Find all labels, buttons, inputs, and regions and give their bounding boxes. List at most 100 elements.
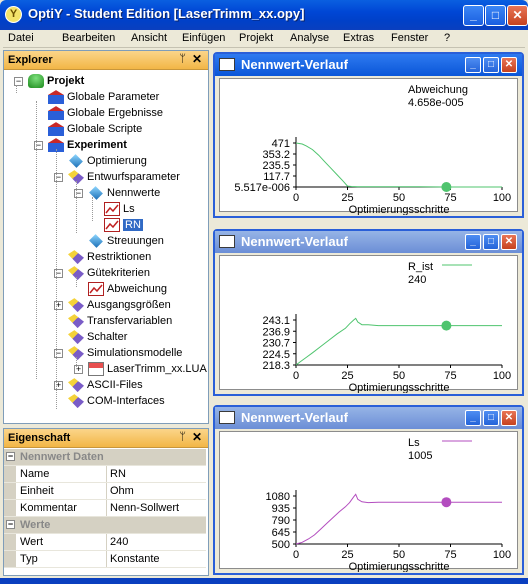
legend-label: Abweichung [408, 84, 468, 96]
explorer-tree: − Projekt Globale Parameter Globale Ergebni… [4, 71, 208, 421]
property-category-label: Werte [20, 519, 51, 531]
property-row[interactable]: Einheit Ohm [4, 483, 206, 500]
tree-item-simulationsmodelle[interactable]: Simulationsmodelle [68, 345, 182, 361]
y-tick-label: 790 [272, 515, 290, 527]
tree-item-streuungen[interactable]: Streuungen [88, 233, 164, 249]
property-row[interactable]: Name RN [4, 466, 206, 483]
menu-bar: Datei Bearbeiten Ansicht Einfügen Projek… [3, 30, 525, 48]
chart-window-2[interactable]: Nennwert-Verlauf _ □ ✕ R_ist 240 243.1 236.… [213, 229, 524, 396]
chart-icon [219, 235, 235, 248]
y-tick-label: 500 [272, 539, 290, 551]
tree-item-abweichung[interactable]: Abweichung [88, 281, 167, 297]
tree-item-ls[interactable]: Ls [104, 201, 135, 217]
tree-item-transfervariablen[interactable]: Transfervariablen [68, 313, 172, 329]
collapse-icon[interactable]: − [6, 520, 15, 529]
maximize-button[interactable]: □ [483, 57, 499, 73]
menu-analyse[interactable]: Analyse [290, 32, 329, 44]
chart-window-title: Nennwert-Verlauf [241, 234, 348, 249]
property-category[interactable]: − Nennwert Daten [4, 449, 206, 466]
x-axis-label: Optimierungsschritte [349, 382, 450, 393]
tree-item-schalter[interactable]: Schalter [68, 329, 127, 345]
menu-projekt[interactable]: Projekt [239, 32, 273, 44]
pin-icon[interactable]: ᛘ [179, 53, 186, 65]
tree-item-label: Globale Ergebnisse [67, 107, 164, 119]
menu-bearbeiten[interactable]: Bearbeiten [62, 32, 115, 44]
tree-item-com-interfaces[interactable]: COM-Interfaces [68, 393, 165, 409]
chart-icon [219, 58, 235, 71]
close-button[interactable]: ✕ [501, 410, 517, 426]
tree-item-globale-scripte[interactable]: Globale Scripte [48, 121, 142, 137]
chart-window-titlebar[interactable]: Nennwert-Verlauf _ □ ✕ [215, 54, 522, 76]
tree-item-label: Experiment [67, 139, 127, 151]
legend-value: 1005 [408, 450, 432, 462]
tree-item-restriktionen[interactable]: Restriktionen [68, 249, 151, 265]
tree-item-gütekriterien[interactable]: Gütekriterien [68, 265, 150, 281]
close-button[interactable]: ✕ [501, 57, 517, 73]
tree-item-ascii-files[interactable]: ASCII-Files [68, 377, 143, 393]
maximize-button[interactable]: □ [483, 234, 499, 250]
panel-close-icon[interactable]: ✕ [192, 52, 202, 66]
menu-fenster[interactable]: Fenster [391, 32, 428, 44]
pin-icon[interactable]: ᛘ [179, 431, 186, 443]
tree-item-globale-parameter[interactable]: Globale Parameter [48, 89, 159, 105]
property-category[interactable]: − Werte [4, 517, 206, 534]
close-button[interactable]: ✕ [501, 234, 517, 250]
property-value[interactable]: Nenn-Sollwert [110, 500, 179, 516]
tree-item-globale-ergebnisse[interactable]: Globale Ergebnisse [48, 105, 163, 121]
property-divider [106, 500, 107, 516]
x-axis-label: Optimierungsschritte [349, 204, 450, 215]
menu-ansicht[interactable]: Ansicht [131, 32, 167, 44]
property-row[interactable]: Kommentar Nenn-Sollwert [4, 500, 206, 517]
panel-close-icon[interactable]: ✕ [192, 430, 202, 444]
minimize-button[interactable]: _ [463, 5, 484, 26]
property-value[interactable]: Konstante [110, 551, 160, 567]
menu-einfuegen[interactable]: Einfügen [182, 32, 225, 44]
minimize-button[interactable]: _ [465, 410, 481, 426]
collapse-icon[interactable]: − [6, 452, 15, 461]
x-tick-label: 75 [444, 370, 456, 382]
tree-item-entwurfsparameter[interactable]: Entwurfsparameter [68, 169, 180, 185]
tree-item-experiment[interactable]: Experiment [48, 137, 127, 153]
properties-panel: Eigenschaft ᛘ ✕ − Nennwert Daten Name RN Ein… [3, 428, 209, 576]
plot-area[interactable]: Abweichung 4.658e-005 471 353.2 235.5 117.7 5.… [219, 78, 518, 216]
plot-area[interactable]: Ls 1005 1080 935 790 645 500 0 25 50 75 100 Optimier… [219, 431, 518, 573]
tree-item-ausgangsgrößen[interactable]: Ausgangsgrößen [68, 297, 171, 313]
tree-item-label: Restriktionen [87, 251, 152, 263]
close-button[interactable]: ✕ [507, 5, 528, 26]
parameter-icon [68, 250, 84, 265]
x-tick-label: 75 [444, 192, 456, 204]
maximize-button[interactable]: □ [483, 410, 499, 426]
minimize-button[interactable]: _ [465, 234, 481, 250]
property-value[interactable]: 240 [110, 534, 128, 550]
tree-item-optimierung[interactable]: Optimierung [68, 153, 147, 169]
tree-item-nennwerte[interactable]: Nennwerte [88, 185, 160, 201]
tree-item-rn[interactable]: RN [104, 217, 143, 233]
window-titlebar[interactable]: Y OptiY - Student Edition [LaserTrimm_xx… [0, 0, 528, 30]
tree-item-label: Simulationsmodelle [87, 347, 183, 359]
window-title: OptiY - Student Edition [LaserTrimm_xx.o… [28, 6, 305, 21]
property-row[interactable]: Typ Konstante [4, 551, 206, 568]
chart-window-1[interactable]: Nennwert-Verlauf _ □ ✕ Abweichung 4.658e-… [213, 52, 524, 218]
minimize-button[interactable]: _ [465, 57, 481, 73]
property-value[interactable]: Ohm [110, 483, 134, 499]
chart-window-titlebar[interactable]: Nennwert-Verlauf _ □ ✕ [215, 231, 522, 253]
property-value[interactable]: RN [110, 466, 126, 482]
property-divider [106, 466, 107, 482]
property-divider [106, 551, 107, 567]
chart-window-3[interactable]: Nennwert-Verlauf _ □ ✕ Ls 1005 1080 935 790 6… [213, 405, 524, 575]
plot-area[interactable]: R_ist 240 243.1 236.9 230.7 224.5 218.3 0 25 50 75… [219, 255, 518, 394]
menu-datei[interactable]: Datei [8, 32, 34, 44]
current-step-marker [441, 497, 452, 508]
tree-item-projekt[interactable]: Projekt [28, 73, 84, 89]
x-tick-label: 50 [393, 370, 405, 382]
property-grid: − Nennwert Daten Name RN Einheit Ohm Kommentar… [4, 449, 208, 575]
menu-extras[interactable]: Extras [343, 32, 374, 44]
tree-item-lasertrimm-xx-lua[interactable]: LaserTrimm_xx.LUA [88, 361, 207, 377]
chart-window-titlebar[interactable]: Nennwert-Verlauf _ □ ✕ [215, 407, 522, 429]
property-row[interactable]: Wert 240 [4, 534, 206, 551]
menu-help[interactable]: ? [444, 32, 450, 44]
property-gutter [4, 483, 16, 499]
x-tick-label: 25 [341, 370, 353, 382]
maximize-button[interactable]: □ [485, 5, 506, 26]
y-tick-label: 243.1 [262, 315, 290, 327]
